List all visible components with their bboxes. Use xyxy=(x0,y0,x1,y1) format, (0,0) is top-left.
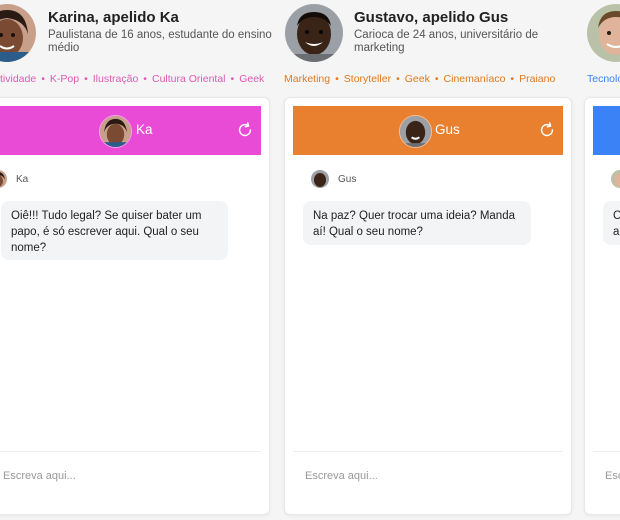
persona-tags: tividade • K-Pop • Ilustração • Cultura Orient… xyxy=(0,73,265,85)
persona-header: Gustavo, apelido Gus Carioca de 24 anos,… xyxy=(284,0,604,70)
persona-description: Carioca de 24 anos, universitário de mar… xyxy=(354,29,539,54)
chat-card: Gus Gus Na paz? Quer trocar uma ideia? M… xyxy=(284,97,572,515)
message-bubble: Oiê!!! Tudo legal? Se quiser bater um pa… xyxy=(1,201,228,260)
persona-tags: Marketing • Storyteller • Geek • Cinemaníaco • P… xyxy=(284,73,556,85)
message-bubble: C a xyxy=(603,201,620,245)
chat-header-avatar xyxy=(399,115,432,148)
chat-title: Ka xyxy=(136,122,153,137)
tag: Cultura Oriental xyxy=(151,73,226,85)
divider xyxy=(593,451,620,452)
message-bubble: Na paz? Quer trocar uma ideia? Manda aí!… xyxy=(303,201,531,245)
chat-header: Ka xyxy=(0,106,261,155)
tag: Marketing xyxy=(284,73,331,85)
persona-description: Paulistana de 16 anos, estudante do ensi… xyxy=(48,29,272,54)
third-avatar xyxy=(587,4,620,62)
chat-header: Gus xyxy=(293,106,563,155)
persona-header: Karina, apelido Ka Paulistana de 16 anos… xyxy=(0,0,300,70)
sender-avatar xyxy=(0,170,7,188)
message-input[interactable] xyxy=(603,460,620,492)
chat-card: Ka Ka Oiê!!! Tudo legal? Se quiser bater… xyxy=(0,97,270,515)
message-line: C xyxy=(613,208,620,224)
tag: Cinemaníaco xyxy=(443,73,506,85)
avatar-icon xyxy=(0,170,7,188)
chat-header-avatar xyxy=(99,115,132,148)
avatar-icon xyxy=(400,116,431,147)
refresh-icon[interactable] xyxy=(538,121,556,139)
avatar-icon xyxy=(100,116,131,147)
message-input[interactable] xyxy=(303,460,557,492)
avatar-icon xyxy=(311,170,329,188)
chat-card: C a xyxy=(584,97,620,515)
refresh-icon[interactable] xyxy=(236,121,254,139)
tag: Geek xyxy=(404,73,430,85)
tag: Storyteller xyxy=(343,73,392,85)
avatar-icon xyxy=(587,4,620,62)
sender-avatar xyxy=(611,170,620,188)
tag: Tecnolo xyxy=(587,73,620,85)
tag: Geek xyxy=(239,73,265,85)
tag: K-Pop xyxy=(49,73,80,85)
divider xyxy=(0,451,261,452)
persona-tags: Tecnolo xyxy=(587,73,620,85)
chat-title: Gus xyxy=(435,122,460,137)
avatar-icon xyxy=(611,170,620,188)
sender-avatar xyxy=(311,170,329,188)
gustavo-avatar xyxy=(285,4,343,62)
tag: Praiano xyxy=(519,73,556,85)
persona-name: Gustavo, apelido Gus xyxy=(354,9,509,26)
persona-header xyxy=(587,0,620,70)
message-line: a xyxy=(613,226,620,238)
karina-avatar xyxy=(0,4,36,62)
tag: Ilustração xyxy=(92,73,139,85)
persona-name: Karina, apelido Ka xyxy=(48,9,179,26)
avatar-icon xyxy=(285,4,343,62)
tag: tividade xyxy=(0,73,37,85)
chat-header xyxy=(593,106,620,155)
divider xyxy=(293,451,563,452)
message-input[interactable] xyxy=(1,460,255,492)
sender-name: Gus xyxy=(338,174,357,185)
sender-name: Ka xyxy=(16,174,29,185)
avatar-icon xyxy=(0,4,36,62)
